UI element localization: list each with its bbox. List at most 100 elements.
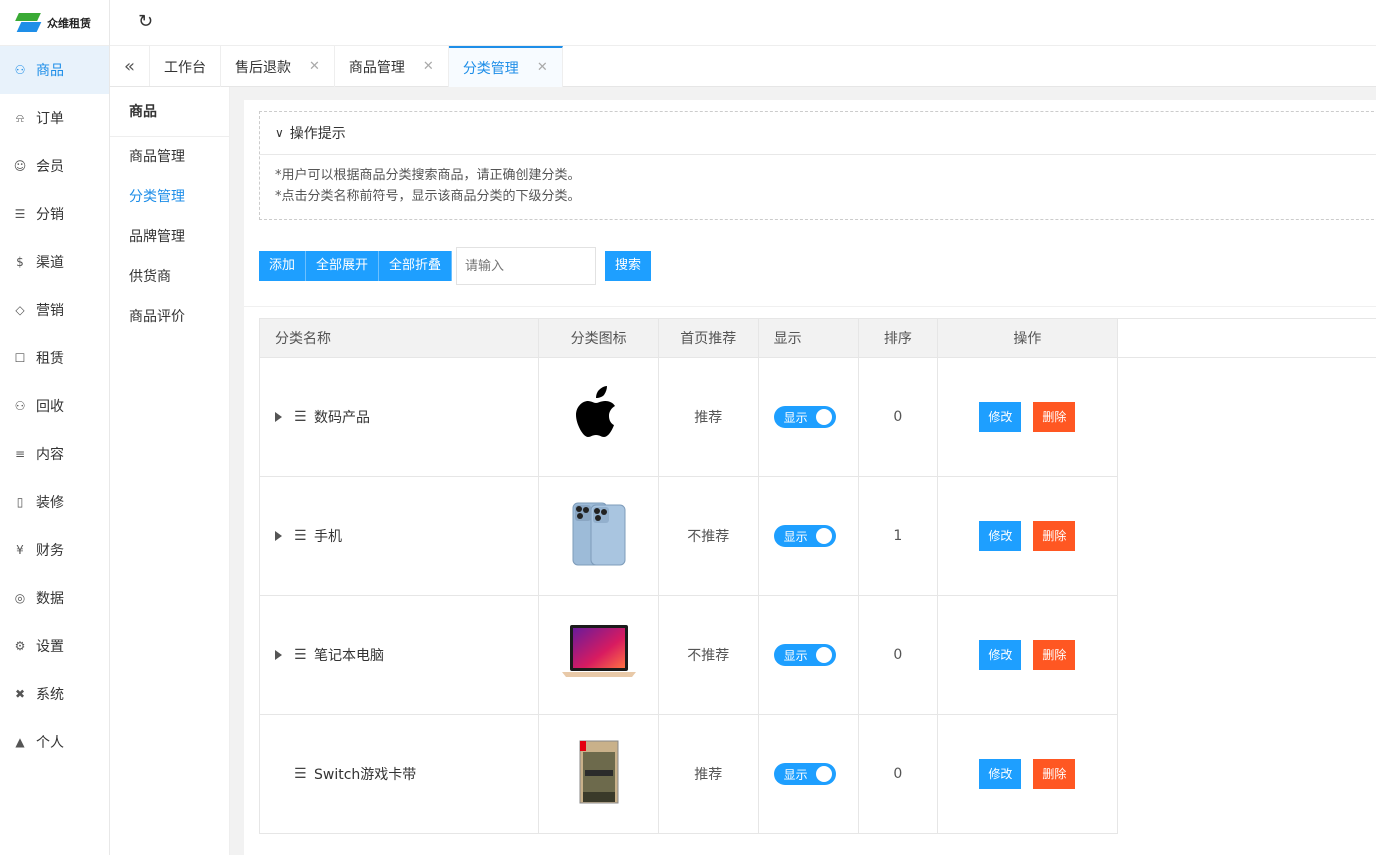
rail-item[interactable]: ⚇ 商品 — [0, 46, 109, 94]
edit-button[interactable]: 修改 — [979, 402, 1022, 432]
table-spacer — [1116, 595, 1376, 715]
header-recommend: 首页推荐 — [658, 318, 759, 358]
edit-button[interactable]: 修改 — [979, 759, 1022, 789]
cell-recommend: 推荐 — [658, 357, 759, 477]
table-spacer — [1116, 357, 1376, 477]
close-icon[interactable]: ✕ — [537, 60, 548, 75]
main-content: ∨ 操作提示 *用户可以根据商品分类搜索商品，请正确创建分类。 *点击分类名称前… — [244, 100, 1376, 855]
toggle-knob — [815, 766, 832, 782]
category-table: 分类名称 分类图标 首页推荐 显示 排序 操作 ☰ 数码产品 推荐 显示 0 修改 删除 ☰ 手… — [258, 318, 1376, 834]
edit-button[interactable]: 修改 — [979, 640, 1022, 670]
cell-name: ☰ Switch游戏卡带 — [258, 714, 540, 834]
subnav-item[interactable]: 分类管理 — [110, 177, 229, 217]
expand-arrow-icon[interactable] — [275, 412, 282, 422]
rail-item[interactable]: ☐ 租赁 — [0, 334, 109, 382]
search-button[interactable]: 搜索 — [605, 251, 652, 281]
rail-item-label: 会员 — [36, 159, 64, 175]
header-show: 显示 — [757, 318, 859, 358]
close-icon[interactable]: ✕ — [309, 59, 320, 74]
rail-item[interactable]: ▯ 装修 — [0, 478, 109, 526]
rail-item-label: 营销 — [36, 303, 64, 319]
tools-icon: ✖ — [14, 687, 26, 701]
tab[interactable]: 售后退款 ✕ — [221, 46, 335, 87]
expand-all-button[interactable]: 全部展开 — [306, 251, 380, 281]
rail-item-label: 商品 — [36, 63, 64, 79]
cell-icon — [538, 714, 659, 834]
toggle-label: 显示 — [783, 410, 808, 425]
rail-item[interactable]: ⍾ 订单 — [0, 94, 109, 142]
rail-item-label: 渠道 — [36, 255, 64, 271]
toggle-knob — [815, 528, 832, 544]
tab[interactable]: 工作台 — [150, 46, 221, 87]
edit-button[interactable]: 修改 — [979, 521, 1022, 551]
delete-button[interactable]: 删除 — [1033, 759, 1076, 789]
header-name: 分类名称 — [258, 318, 540, 358]
rail-item[interactable]: ✖ 系统 — [0, 670, 109, 718]
collapse-all-button[interactable]: 全部折叠 — [379, 251, 453, 281]
iphone-icon — [571, 501, 627, 571]
chevron-down-icon: ∨ — [275, 126, 284, 140]
toggle-label: 显示 — [783, 529, 808, 544]
brand-logo[interactable]: 众维租赁 — [0, 0, 109, 46]
toggle-knob — [815, 647, 832, 663]
subnav-item[interactable]: 供货商 — [110, 257, 229, 297]
rail-item[interactable]: ◎ 数据 — [0, 574, 109, 622]
tips-header[interactable]: ∨ 操作提示 — [260, 112, 1376, 155]
cell-icon — [538, 476, 659, 596]
subnav-item[interactable]: 商品评价 — [110, 297, 229, 337]
search-input[interactable] — [456, 247, 597, 285]
expand-arrow-icon[interactable] — [275, 650, 282, 660]
cell-ops: 修改 删除 — [937, 357, 1118, 477]
tab[interactable]: 分类管理 ✕ — [448, 46, 563, 87]
tips-line: *点击分类名称前符号，显示该商品分类的下级分类。 — [275, 189, 581, 204]
rail-item[interactable]: $ 渠道 — [0, 238, 109, 286]
cell-show: 显示 — [757, 714, 859, 834]
left-rail: 众维租赁 ⚇ 商品 ⍾ 订单 ☺ 会员 ☰ 分销 $ 渠道 ◇ 营销 ☐ 租赁 ⚇ 回收 ≡ 内容 ▯ 装修 ¥ 财务 ◎ 数… — [0, 0, 110, 855]
rail-item[interactable]: ⚙ 设置 — [0, 622, 109, 670]
toggle-label: 显示 — [783, 767, 808, 782]
collapse-sidebar-icon[interactable]: « — [110, 46, 150, 86]
cell-ops: 修改 删除 — [937, 476, 1118, 596]
apple-logo-icon — [574, 385, 624, 449]
rail-item[interactable]: ¥ 财务 — [0, 526, 109, 574]
subnav-item[interactable]: 商品管理 — [110, 137, 229, 177]
rail-item[interactable]: ≡ 内容 — [0, 430, 109, 478]
rail-item-label: 设置 — [36, 639, 64, 655]
subnav-item[interactable]: 品牌管理 — [110, 217, 229, 257]
globe-icon: ◎ — [14, 591, 26, 605]
tab[interactable]: 商品管理 ✕ — [335, 46, 449, 87]
show-toggle[interactable]: 显示 — [773, 644, 836, 666]
rail-item[interactable]: ◇ 营销 — [0, 286, 109, 334]
refresh-icon[interactable]: ↻ — [138, 13, 156, 31]
toggle-label: 显示 — [783, 648, 808, 663]
toolbar: 添加 全部展开 全部折叠 搜索 — [259, 247, 652, 285]
close-icon[interactable]: ✕ — [423, 59, 434, 74]
rail-item[interactable]: ▲ 个人 — [0, 718, 109, 766]
delete-button[interactable]: 删除 — [1033, 640, 1076, 670]
delete-button[interactable]: 删除 — [1033, 402, 1076, 432]
rail-item[interactable]: ☰ 分销 — [0, 190, 109, 238]
tab-label: 分类管理 — [462, 60, 519, 77]
add-button[interactable]: 添加 — [259, 251, 307, 281]
expand-arrow-icon[interactable] — [275, 531, 282, 541]
show-toggle[interactable]: 显示 — [773, 763, 836, 785]
cell-show: 显示 — [757, 595, 859, 715]
table-row: ☰ 笔记本电脑 不推荐 显示 0 修改 删除 — [258, 595, 1376, 715]
delete-button[interactable]: 删除 — [1033, 521, 1076, 551]
cell-ops: 修改 删除 — [937, 595, 1118, 715]
rail-item-label: 数据 — [36, 591, 64, 607]
rail-item[interactable]: ⚇ 回收 — [0, 382, 109, 430]
table-header-row: 分类名称 分类图标 首页推荐 显示 排序 操作 — [258, 318, 1376, 358]
bell-icon: ⍾ — [16, 110, 24, 125]
show-toggle[interactable]: 显示 — [773, 525, 836, 547]
tips-title: 操作提示 — [289, 126, 346, 142]
category-name: Switch游戏卡带 — [314, 767, 417, 783]
rail-item-label: 租赁 — [36, 351, 64, 367]
rail-item[interactable]: ☺ 会员 — [0, 142, 109, 190]
list-icon: ☰ — [294, 409, 307, 425]
cell-ops: 修改 删除 — [937, 714, 1118, 834]
tablet-icon: ▯ — [16, 495, 24, 509]
cell-icon — [538, 595, 659, 715]
show-toggle[interactable]: 显示 — [773, 406, 836, 428]
top-bar: ↻ — [110, 0, 1376, 46]
